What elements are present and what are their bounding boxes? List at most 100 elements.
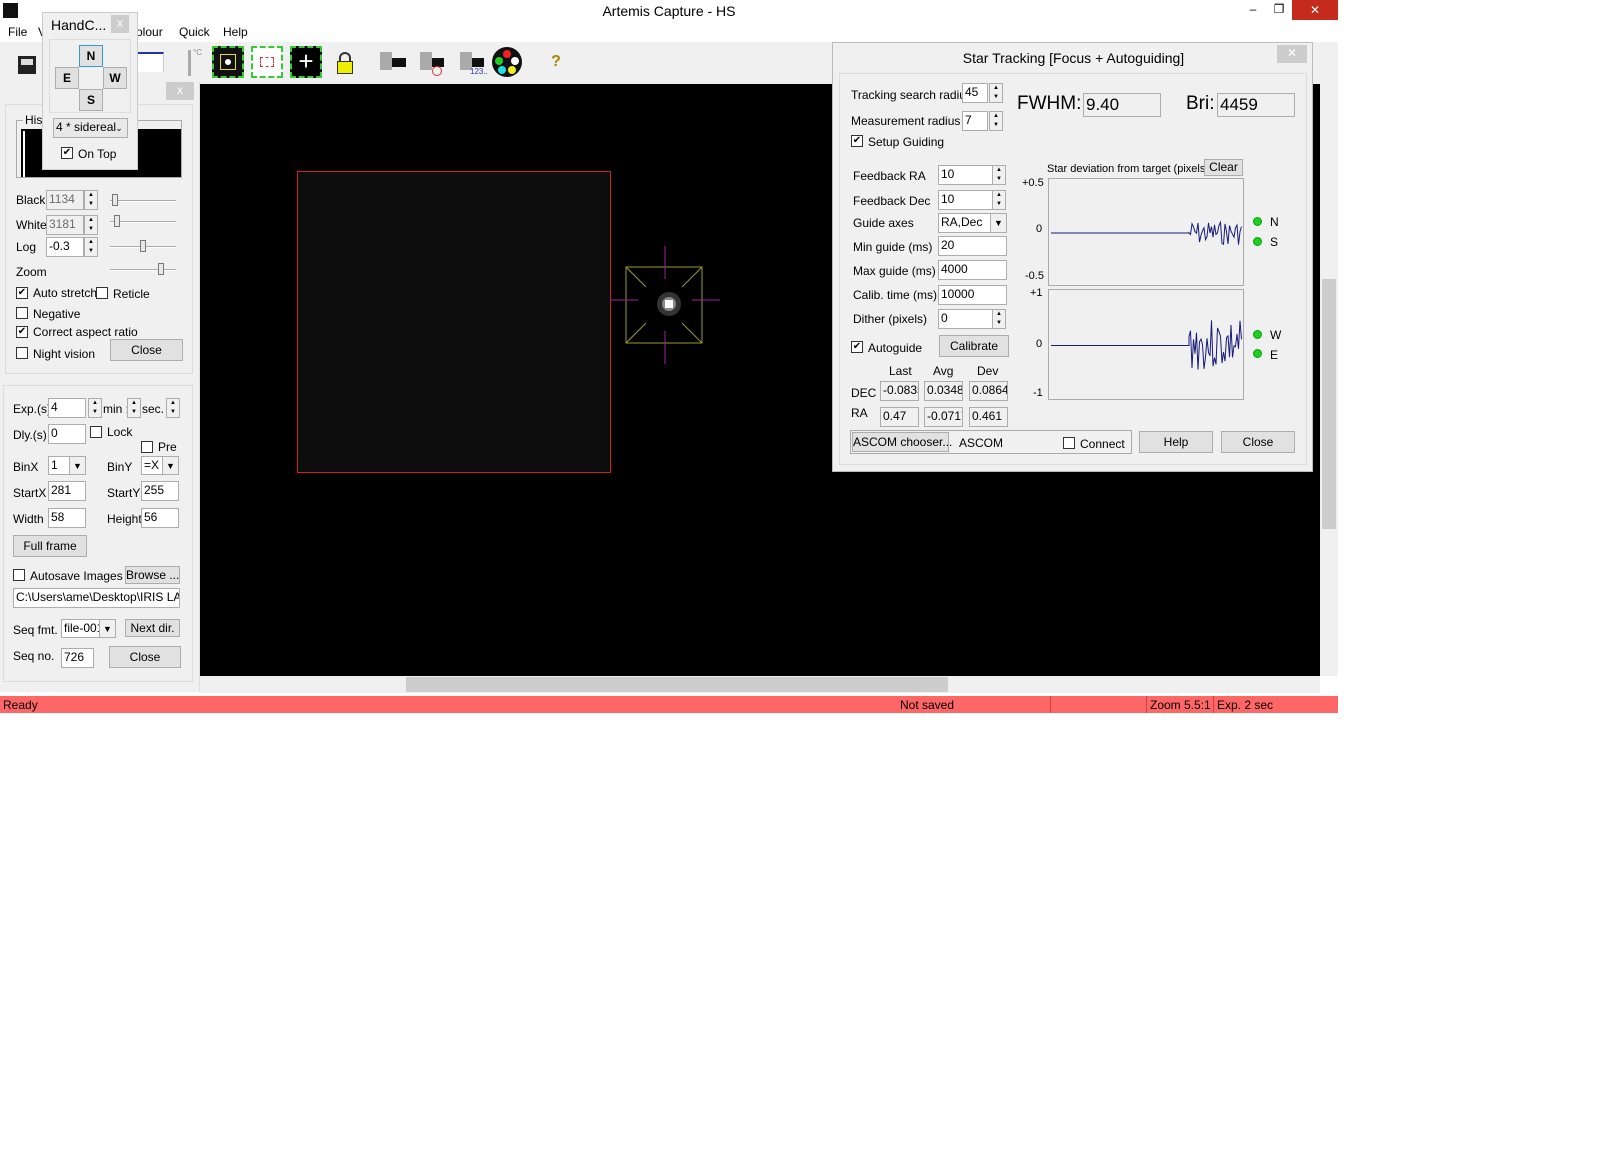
full-frame-button[interactable]: Full frame	[13, 535, 87, 557]
measurement-radius-spinner[interactable]: ▲ ▼	[989, 111, 1003, 131]
menu-file[interactable]: File	[8, 25, 27, 39]
help-button[interactable]: Help	[1139, 431, 1213, 453]
close-button[interactable]: ✕	[1292, 0, 1338, 20]
max-guide-field[interactable]: 4000	[938, 260, 1007, 280]
dither-field[interactable]: 0	[938, 309, 993, 329]
height-field[interactable]: 56	[141, 508, 179, 528]
west-led	[1253, 330, 1262, 339]
histogram-close-button[interactable]: x	[166, 82, 194, 100]
lock-checkbox[interactable]	[90, 426, 102, 438]
title-bar: Artemis Capture - HS – ❐ ✕	[0, 0, 1338, 22]
menu-colour[interactable]: olour	[136, 25, 163, 39]
reticle-checkbox[interactable]	[96, 287, 108, 299]
west-button[interactable]: W	[103, 67, 127, 89]
maximize-button[interactable]: ❐	[1266, 2, 1292, 16]
feedback-dec-spinner[interactable]: ▲ ▼	[992, 190, 1006, 210]
vertical-scrollbar[interactable]	[1320, 84, 1338, 676]
south-button[interactable]: S	[79, 89, 103, 111]
thermometer-icon[interactable]: °C	[182, 46, 214, 78]
scroll-thumb[interactable]	[1322, 279, 1336, 529]
east-button[interactable]: E	[55, 67, 79, 89]
white-spinner[interactable]: ▲ ▼	[84, 215, 98, 235]
log-spinner[interactable]: ▲ ▼	[84, 237, 98, 257]
path-field[interactable]: C:\Users\ame\Desktop\IRIS LAV(	[13, 588, 180, 608]
feedback-ra-field[interactable]: 10	[938, 165, 993, 185]
delay-field[interactable]: 0	[48, 424, 86, 444]
black-spinner[interactable]: ▲ ▼	[84, 190, 98, 210]
starty-field[interactable]: 255	[141, 481, 179, 501]
min-guide-field[interactable]: 20	[938, 236, 1007, 256]
camera-loop-icon[interactable]	[414, 46, 450, 78]
north-led	[1253, 217, 1262, 226]
aspect-checkbox[interactable]: ✔	[16, 326, 28, 338]
width-field[interactable]: 58	[48, 508, 86, 528]
autoguide-checkbox[interactable]: ✔	[851, 341, 863, 353]
dialog-close-button[interactable]: Close	[1221, 431, 1295, 453]
status-zoom: Zoom 5.5:1	[1150, 698, 1211, 712]
autosave-checkbox[interactable]	[13, 569, 25, 581]
minutes-spinner[interactable]: ▲ ▼	[127, 398, 141, 418]
seq-format-select[interactable]: file-001 ▼	[61, 619, 116, 638]
guide-rate-select[interactable]: 4 * sidereal ⌄	[53, 118, 128, 138]
zoom-slider[interactable]	[110, 263, 176, 275]
startx-field[interactable]: 281	[48, 481, 86, 501]
log-slider[interactable]	[110, 240, 176, 252]
lock-icon[interactable]	[330, 46, 362, 78]
binx-select[interactable]: 1 ▼	[48, 456, 86, 475]
clear-graph-button[interactable]: Clear	[1204, 159, 1243, 176]
hand-control-close[interactable]: x	[111, 15, 129, 33]
north-button[interactable]: N	[79, 45, 103, 67]
measurement-radius-field[interactable]: 7	[962, 111, 988, 131]
white-field[interactable]: 3181	[46, 215, 84, 235]
calib-time-field[interactable]: 10000	[938, 285, 1007, 305]
setup-guiding-checkbox[interactable]: ✔	[851, 135, 863, 147]
black-slider[interactable]	[110, 194, 176, 206]
camera-icon[interactable]	[374, 46, 410, 78]
colour-icon[interactable]	[492, 47, 522, 77]
subframe-icon[interactable]	[251, 46, 283, 78]
auto-stretch-checkbox[interactable]: ✔	[16, 287, 28, 299]
exposure-spinner[interactable]: ▲ ▼	[88, 398, 102, 418]
horizontal-scrollbar[interactable]	[200, 676, 1320, 693]
night-vision-checkbox[interactable]	[16, 347, 28, 359]
feedback-dec-field[interactable]: 10	[938, 190, 993, 210]
seq-number-field[interactable]: 726	[61, 648, 94, 668]
guide-axes-select[interactable]: RA,Dec ▼	[938, 213, 1007, 233]
camera-sequence-icon[interactable]: 123..	[454, 46, 490, 78]
search-radius-field[interactable]: 45	[962, 83, 988, 103]
deviation-trace	[1051, 220, 1242, 246]
histogram-close-btn[interactable]: Close	[110, 339, 183, 361]
dither-spinner[interactable]: ▲ ▼	[992, 309, 1006, 329]
minimize-button[interactable]: –	[1240, 2, 1266, 16]
exposure-field[interactable]: 4	[48, 398, 86, 418]
crosshair-icon[interactable]: +	[290, 46, 322, 78]
graph-title: Star deviation from target (pixels)	[1047, 163, 1210, 175]
deviation-trace	[1051, 320, 1242, 370]
search-radius-spinner[interactable]: ▲ ▼	[989, 83, 1003, 103]
browse-button[interactable]: Browse ...	[125, 566, 180, 584]
reticle-icon[interactable]	[212, 46, 244, 78]
capture-close-button[interactable]: Close	[109, 646, 181, 668]
feedback-ra-spinner[interactable]: ▲ ▼	[992, 165, 1006, 185]
white-slider[interactable]	[110, 215, 176, 227]
settings-panel-icon[interactable]	[136, 46, 166, 78]
calibrate-button[interactable]: Calibrate	[939, 335, 1009, 357]
negative-checkbox[interactable]	[16, 307, 28, 319]
hscroll-thumb[interactable]	[406, 677, 948, 692]
pre-checkbox[interactable]	[141, 441, 153, 453]
next-dir-button[interactable]: Next dir.	[125, 619, 180, 637]
biny-select[interactable]: =X ▼	[141, 456, 179, 475]
save-icon[interactable]	[12, 46, 44, 78]
ra-avg: -0.0717	[924, 407, 963, 427]
menu-help[interactable]: Help	[223, 25, 248, 39]
help-icon[interactable]: ?	[540, 46, 572, 78]
on-top-checkbox[interactable]: ✔	[61, 147, 73, 159]
east-led	[1253, 349, 1262, 358]
connect-checkbox[interactable]	[1063, 437, 1075, 449]
log-field[interactable]: -0.3	[46, 237, 84, 257]
seconds-spinner[interactable]: ▲ ▼	[166, 398, 180, 418]
black-field[interactable]: 1134	[46, 190, 84, 210]
menu-quick[interactable]: Quick	[179, 25, 210, 39]
dialog-close-x[interactable]: ✕	[1277, 45, 1307, 63]
ascom-chooser-button[interactable]: ASCOM chooser...	[852, 432, 952, 452]
